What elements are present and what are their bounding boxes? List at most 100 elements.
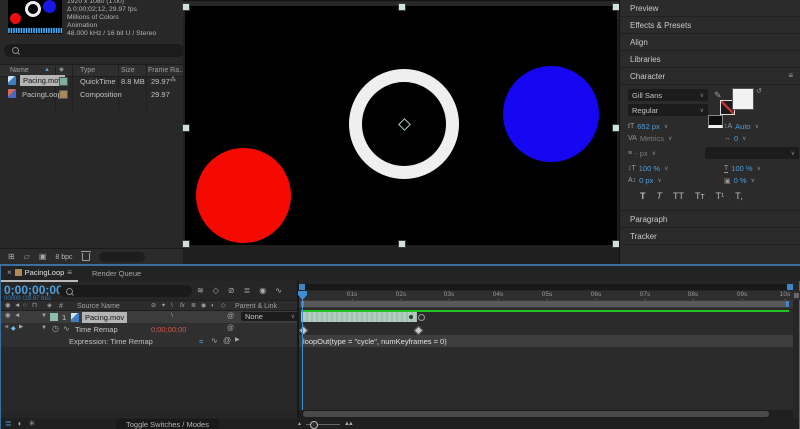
motion-blur-icon[interactable]: ◉ [259, 286, 266, 295]
layer-name-selected[interactable]: Pacing.mov [82, 312, 127, 323]
hide-shy-layers-icon[interactable]: ⊘ [228, 286, 235, 295]
prev-keyframe-icon[interactable]: ◀ [4, 325, 8, 331]
column-name[interactable]: Name [10, 67, 29, 74]
panel-paragraph[interactable]: Paragraph [620, 211, 800, 228]
expression-enable-icon[interactable]: = [199, 337, 203, 346]
fx-switch-icon[interactable]: fx [180, 303, 185, 309]
eye-icon[interactable]: ◉ [5, 313, 11, 320]
timeline-navigator[interactable] [299, 284, 793, 290]
next-keyframe-icon[interactable]: ▶ [19, 325, 23, 331]
panel-libraries[interactable]: Libraries [620, 51, 800, 68]
horizontal-scale-control[interactable]: T 100 %∨ [724, 164, 761, 173]
expression-code[interactable]: loopOut(type = "cycle", numKeyframes = 0… [303, 337, 447, 346]
graph-icon[interactable]: ∿ [63, 325, 70, 333]
toggle-switches-modes-button[interactable]: Toggle Switches / Modes [116, 419, 219, 429]
lock-icon[interactable]: ⊓ [32, 303, 37, 310]
panel-align[interactable]: Align [620, 34, 800, 51]
baseline-shift-control[interactable]: A↕ 0 px∨ [628, 176, 662, 185]
new-composition-icon[interactable]: ▣ [39, 253, 47, 261]
all-caps-button[interactable]: TT [673, 191, 684, 201]
keyframe-diamond-start[interactable] [299, 326, 308, 336]
parent-dropdown[interactable]: None∨ [241, 312, 299, 321]
motion-blur-switch-icon[interactable]: ◉ [201, 303, 206, 309]
eye-icon[interactable]: ◉ [5, 303, 11, 310]
navigator-start-handle[interactable] [299, 284, 305, 290]
property-name[interactable]: Time Remap [75, 325, 118, 334]
three-d-switch-icon[interactable]: ◇ [221, 303, 226, 309]
adjustment-switch-icon[interactable]: ◐ [211, 303, 215, 309]
zoom-out-mountain-icon[interactable]: ▲ [297, 422, 302, 427]
subscript-button[interactable]: T‚ [735, 191, 743, 201]
column-index[interactable]: # [59, 303, 63, 310]
current-timecode[interactable]: 0;00;00;00 [4, 283, 63, 297]
panel-tracker[interactable]: Tracker [620, 228, 800, 245]
sort-ascending-icon[interactable]: ▲ [44, 67, 50, 73]
font-family-dropdown[interactable]: Gill Sans∨ ✎ [628, 89, 725, 101]
expression-pickwhip-icon[interactable]: @ [223, 337, 231, 345]
work-area-end-handle[interactable] [786, 301, 789, 307]
expression-field[interactable]: loopOut(type = "cycle", numKeyframes = 0… [299, 335, 793, 347]
zoom-slider-knob[interactable] [310, 421, 318, 429]
tracking-control[interactable]: ↔ 0∨ [724, 134, 747, 143]
disclosure-triangle-icon[interactable]: ▼ [41, 313, 47, 319]
keyframe-at-time-icon[interactable]: ◆ [11, 325, 16, 332]
navigator-end-handle[interactable] [787, 284, 793, 290]
label-color-icon[interactable]: ◈ [59, 67, 64, 74]
stopwatch-icon[interactable]: ◷ [52, 325, 59, 333]
blue-circle-shape[interactable] [503, 66, 599, 162]
property-value[interactable]: 0;00;00;00 [151, 325, 186, 334]
selection-handle-mid-left[interactable] [182, 124, 190, 132]
new-folder-icon[interactable]: ▱ [24, 253, 30, 261]
font-size-control[interactable]: tT 652 px∨ [628, 122, 668, 131]
close-icon[interactable]: × [7, 269, 12, 277]
expand-transfer-pane-icon[interactable]: ≣ [5, 420, 12, 428]
horizontal-scrollbar[interactable] [299, 410, 793, 418]
selection-handle-bottom-center[interactable] [398, 240, 406, 248]
remap-hold-indicator[interactable] [418, 314, 425, 321]
disclosure-triangle-icon[interactable]: ▼ [41, 325, 47, 331]
faux-bold-button[interactable]: T [640, 191, 646, 201]
quality-switch[interactable]: \ [171, 313, 173, 320]
leading-control[interactable]: ↕A Auto∨ [724, 122, 759, 131]
tab-render-queue[interactable]: Render Queue [92, 269, 141, 278]
tab-pacingloop[interactable]: × PacingLoop ≡ [1, 265, 78, 282]
work-area-bar[interactable] [301, 301, 789, 307]
selection-handle-top-center[interactable] [398, 3, 406, 11]
project-search-field[interactable] [4, 44, 184, 57]
expand-inout-pane-icon[interactable]: ◐ [18, 420, 23, 428]
panel-menu-icon[interactable]: ≡ [788, 72, 793, 80]
layer-row[interactable]: ◉ ◄ ▼ 1 Pacing.mov \ @ None∨ [1, 311, 298, 323]
layer-duration-bar[interactable] [301, 312, 417, 322]
panel-preview[interactable]: Preview [620, 0, 800, 17]
expression-graph-icon[interactable]: ∿ [211, 337, 218, 345]
trash-icon[interactable] [82, 253, 90, 261]
graph-editor-icon[interactable]: ∿ [275, 286, 282, 295]
kerning-control[interactable]: VA Metrics∨ [628, 134, 672, 143]
tsume-control[interactable]: ▣ 0 %∨ [724, 176, 755, 185]
layer-color-chip[interactable] [50, 313, 58, 321]
frame-blending-icon[interactable]: ≣ [244, 286, 251, 295]
mini-flowchart-icon[interactable]: ≋ [197, 286, 204, 295]
selection-handle-bottom-left[interactable] [182, 240, 190, 248]
scrollbar-thumb[interactable] [303, 411, 769, 417]
parent-pickwhip-icon[interactable]: @ [227, 313, 234, 320]
stroke-width-control[interactable]: ≡ - px∨ [628, 149, 656, 158]
audio-icon[interactable]: ◄ [14, 313, 20, 320]
fill-color-swatch[interactable] [732, 88, 754, 110]
composition-canvas[interactable] [185, 6, 617, 245]
column-type[interactable]: Type [80, 67, 95, 74]
font-style-dropdown[interactable]: Regular∨ [628, 104, 708, 116]
label-color-chip[interactable] [59, 90, 68, 99]
time-remap-property-row[interactable]: ◀ ◆ ▶ ▼ ◷ ∿ Time Remap 0;00;00;00 @ [1, 323, 298, 335]
small-caps-button[interactable]: Tᴛ [695, 191, 705, 201]
selection-handle-top-left[interactable] [182, 3, 190, 11]
frame-blend-switch-icon[interactable]: ≣ [191, 303, 196, 309]
column-source-name[interactable]: Source Name [77, 303, 120, 310]
interpret-footage-icon[interactable]: ⊞ [8, 253, 15, 261]
quality-switch-icon[interactable]: \ [171, 303, 173, 309]
panel-effects-presets[interactable]: Effects & Presets [620, 17, 800, 34]
comp-name[interactable]: PacingLoop [22, 90, 62, 99]
layer-out-keyframe-dot[interactable] [409, 315, 413, 319]
column-size[interactable]: Size [121, 67, 135, 74]
zoom-slider-track[interactable] [306, 424, 340, 425]
